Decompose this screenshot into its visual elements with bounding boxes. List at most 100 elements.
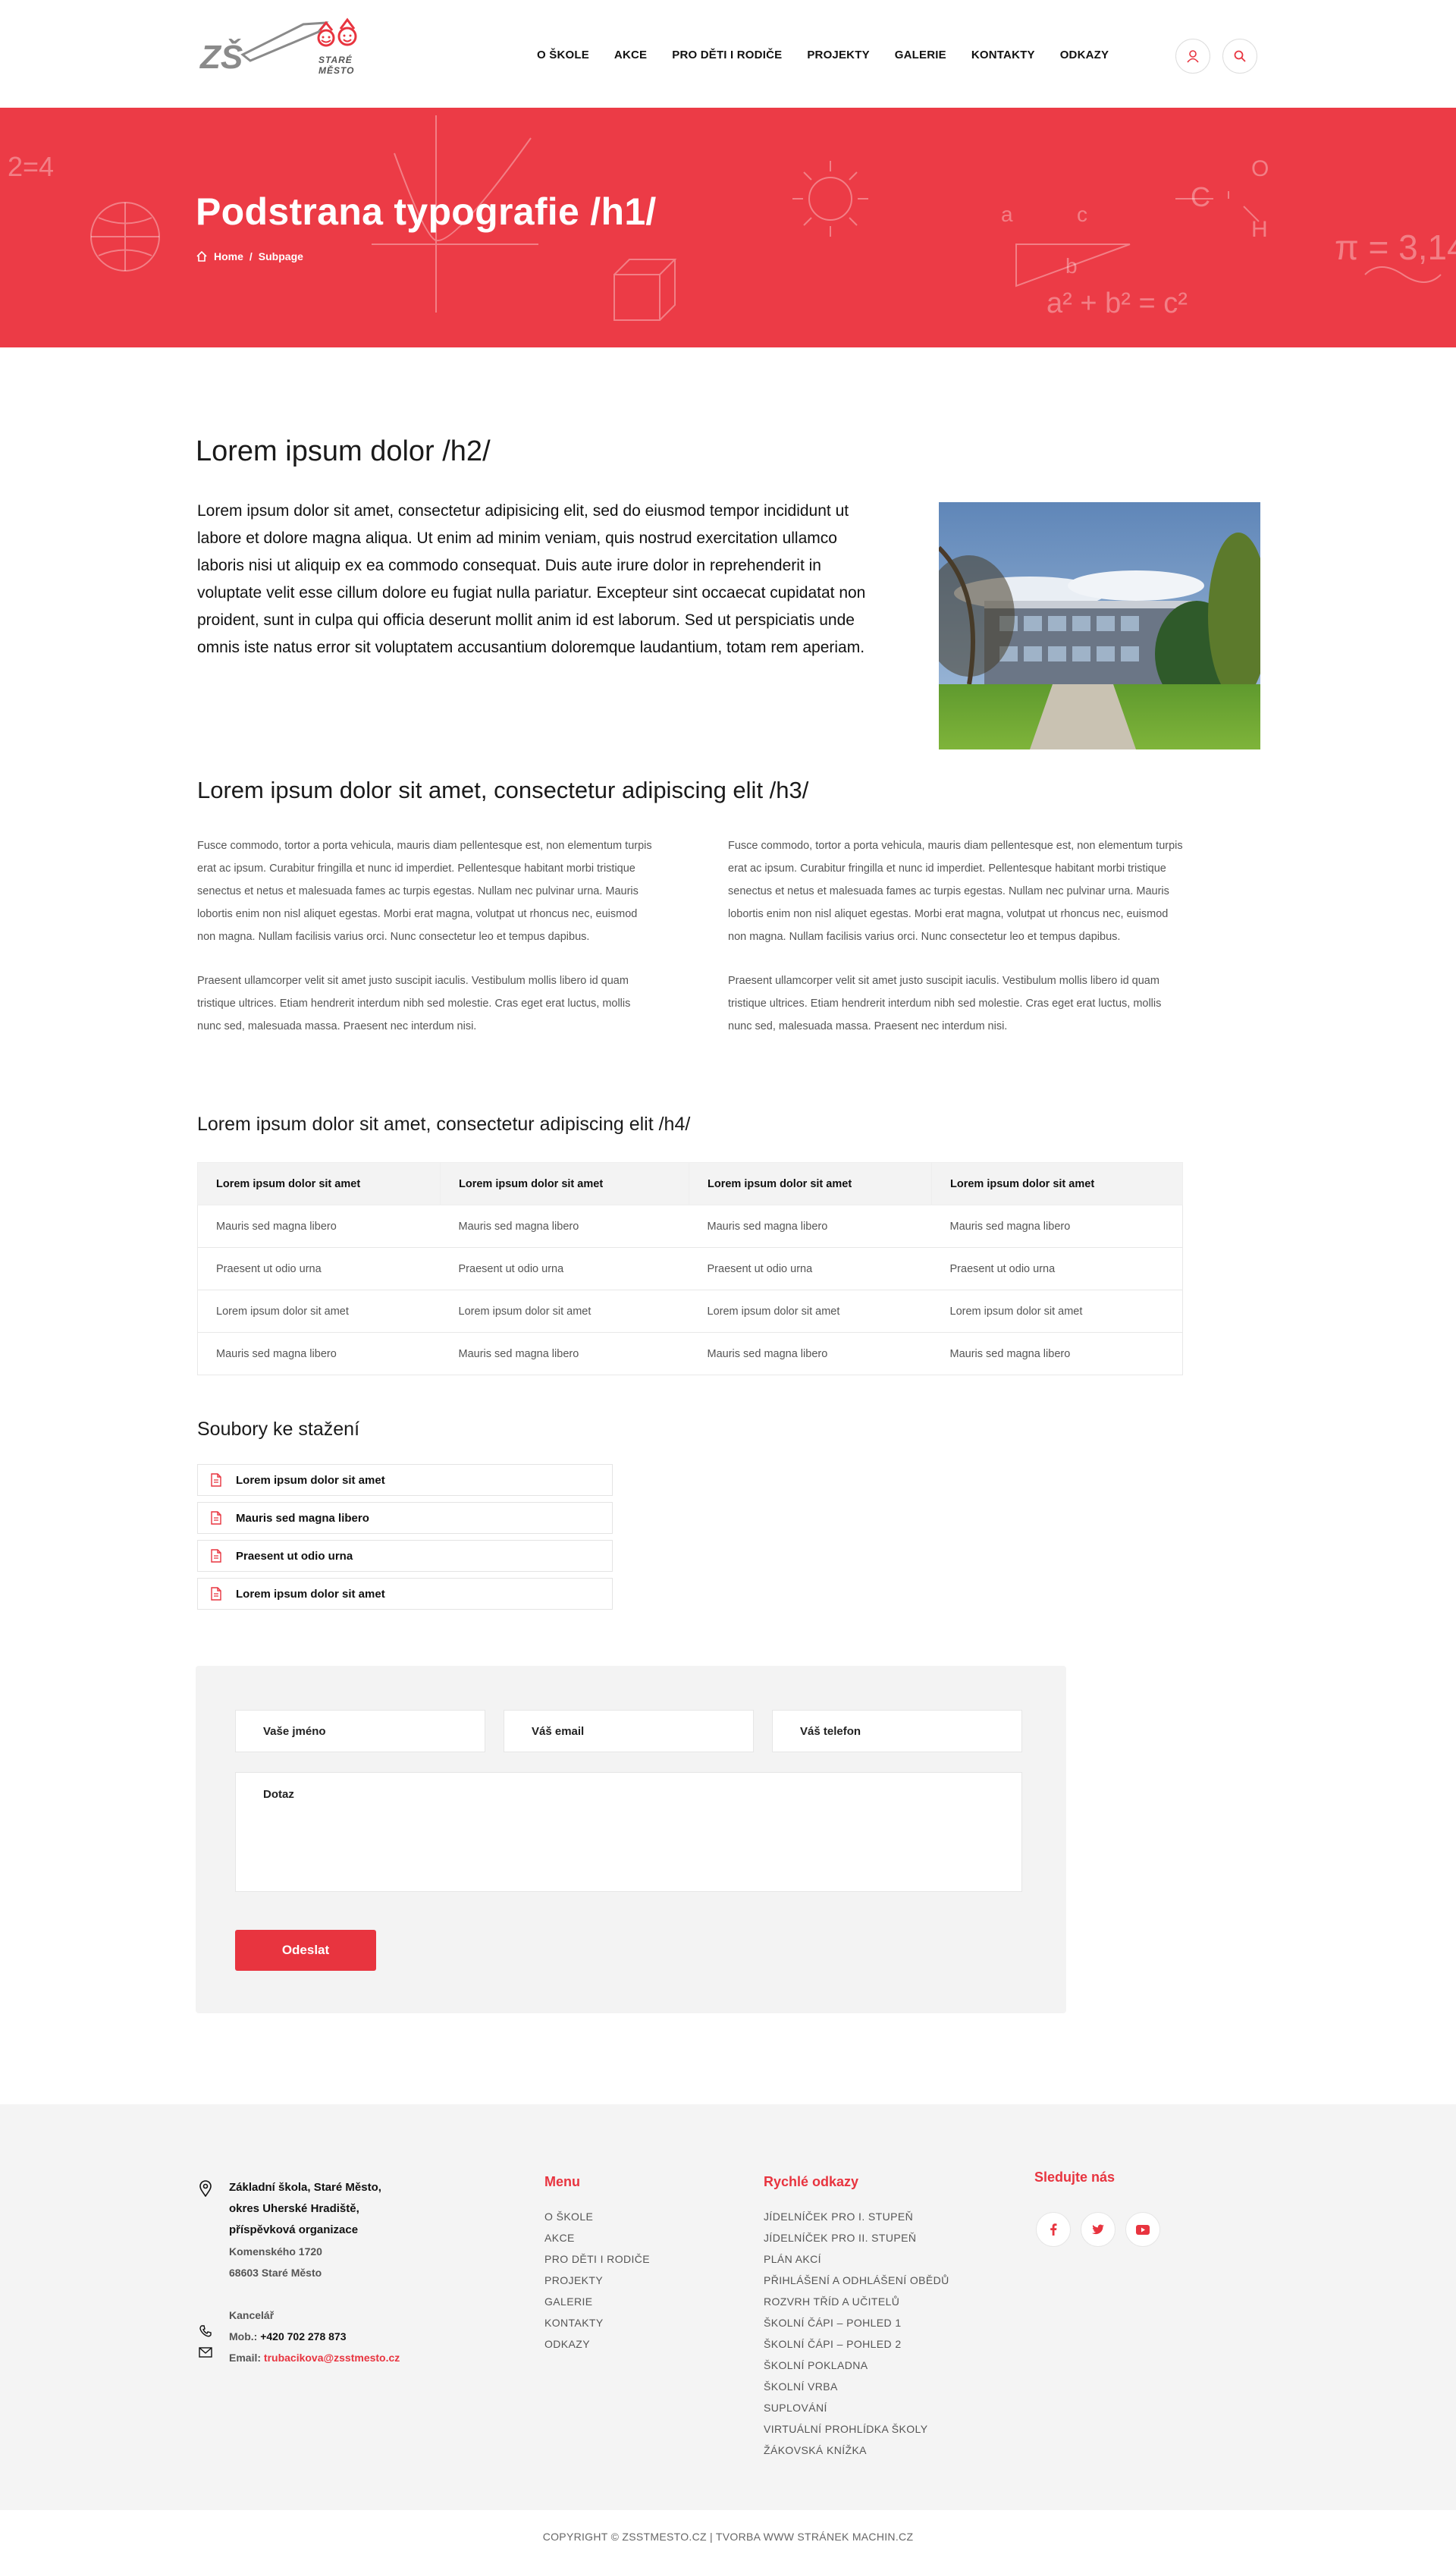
download-label: Lorem ipsum dolor sit amet [236,1587,385,1601]
svg-text:ZŠ: ZŠ [199,37,243,76]
section-heading-h2: Lorem ipsum dolor /h2/ [196,435,491,467]
quick-link[interactable]: VIRTUÁLNÍ PROHLÍDKA ŠKOLY [764,2418,949,2440]
site-header: ZŠ STARÉ MĚSTO O ŠKOLE AKCE PRO DĚTI I R… [0,0,1456,108]
twitter-button[interactable] [1081,2212,1116,2247]
nav-item-projekty[interactable]: PROJEKTY [807,49,869,61]
footer-menu-list: O ŠKOLE AKCE PRO DĚTI I RODIČE PROJEKTY … [544,2206,650,2355]
table-cell: Praesent ut odio urna [440,1247,689,1290]
contact-form: Vaše jméno Váš email Váš telefon Dotaz O… [196,1666,1066,2013]
phone-icon [199,2325,212,2337]
page-hero: 2=4 π = 3,14 a² + b² = c² C O H a c b Po… [0,108,1456,347]
table-cell: Lorem ipsum dolor sit amet [689,1290,932,1333]
breadcrumb: Home / Subpage [196,250,303,262]
user-icon [1187,50,1199,63]
nav-item-pro-deti-i-rodice[interactable]: PRO DĚTI I RODIČE [672,49,782,61]
nav-item-kontakty[interactable]: KONTAKTY [971,49,1035,61]
submit-button[interactable]: Odeslat [235,1930,376,1971]
download-item[interactable]: Lorem ipsum dolor sit amet [197,1578,613,1610]
facebook-button[interactable] [1036,2212,1071,2247]
school-logo[interactable]: ZŠ STARÉ MĚSTO [197,17,387,90]
quick-link[interactable]: JÍDELNÍČEK PRO I. STUPEŇ [764,2206,949,2227]
org-name-line: okres Uherské Hradiště, [229,2202,359,2215]
email-field[interactable]: Váš email [504,1710,754,1752]
footer-menu-item[interactable]: PRO DĚTI I RODIČE [544,2248,650,2270]
email-link[interactable]: trubacikova@zsstmesto.cz [264,2352,400,2364]
nav-item-o-skole[interactable]: O ŠKOLE [537,49,589,61]
table-row: Lorem ipsum dolor sit amet Lorem ipsum d… [197,1290,1183,1333]
nav-item-galerie[interactable]: GALERIE [895,49,946,61]
phone-field[interactable]: Váš telefon [772,1710,1022,1752]
phone-field-placeholder: Váš telefon [800,1724,861,1738]
name-field-placeholder: Vaše jméno [263,1724,326,1738]
table-cell: Praesent ut odio urna [689,1247,932,1290]
breadcrumb-current: Subpage [258,250,303,262]
table-cell: Mauris sed magna libero [440,1205,689,1248]
city: 68603 Staré Město [229,2267,322,2279]
street: Komenského 1720 [229,2245,322,2258]
quick-link[interactable]: ŠKOLNÍ VRBA [764,2376,949,2397]
quick-link[interactable]: ŠKOLNÍ ČÁPI – POHLED 1 [764,2312,949,2333]
logo-subtitle: STARÉ MĚSTO [318,55,355,76]
download-label: Lorem ipsum dolor sit amet [236,1473,385,1487]
quick-link[interactable]: ŠKOLNÍ ČÁPI – POHLED 2 [764,2333,949,2355]
footer-menu-title: Menu [544,2174,580,2189]
nav-item-akce[interactable]: AKCE [614,49,647,61]
quick-link[interactable]: JÍDELNÍČEK PRO II. STUPEŇ [764,2227,949,2248]
column-paragraph: Praesent ullamcorper velit sit amet just… [728,975,1162,1032]
quick-link[interactable]: ŠKOLNÍ POKLADNA [764,2355,949,2376]
quick-link[interactable]: PLÁN AKCÍ [764,2248,949,2270]
table-cell: Mauris sed magna libero [931,1205,1183,1248]
table-cell: Praesent ut odio urna [197,1247,441,1290]
quick-link[interactable]: PŘIHLÁŠENÍ A ODHLÁŠENÍ OBĚDŮ [764,2270,949,2291]
phone-number[interactable]: +420 702 278 873 [260,2330,346,2342]
table-cell: Lorem ipsum dolor sit amet [440,1290,689,1333]
quick-link[interactable]: SUPLOVÁNÍ [764,2397,949,2418]
user-button[interactable] [1175,39,1210,74]
site-footer [0,2104,1456,2510]
footer-menu-item[interactable]: O ŠKOLE [544,2206,650,2227]
quick-link[interactable]: ŽÁKOVSKÁ KNÍŽKA [764,2440,949,2461]
svg-text:O: O [1251,156,1269,181]
quick-link[interactable]: ROZVRH TŘÍD A UČITELŮ [764,2291,949,2312]
org-name-line: příspěvková organizace [229,2223,359,2236]
svg-text:H: H [1251,217,1268,242]
footer-menu-item[interactable]: KONTAKTY [544,2312,650,2333]
facebook-icon [1050,2223,1057,2236]
phone-label: Mob.: [229,2330,258,2342]
question-placeholder: Dotaz [263,1788,294,1801]
youtube-button[interactable] [1125,2212,1160,2247]
search-button[interactable] [1222,39,1257,74]
table-cell: Mauris sed magna libero [197,1205,441,1248]
table-cell: Lorem ipsum dolor sit amet [931,1290,1183,1333]
footer-menu-item[interactable]: GALERIE [544,2291,650,2312]
file-pdf-icon [211,1473,221,1487]
table-cell: Mauris sed magna libero [931,1332,1183,1375]
main-nav: O ŠKOLE AKCE PRO DĚTI I RODIČE PROJEKTY … [537,49,1134,61]
table-cell: Lorem ipsum dolor sit amet [197,1290,441,1333]
office-label: Kancelář [229,2309,275,2321]
footer-menu-item[interactable]: ODKAZY [544,2333,650,2355]
table-row: Mauris sed magna libero Mauris sed magna… [197,1205,1183,1248]
download-item[interactable]: Lorem ipsum dolor sit amet [197,1464,613,1496]
name-field[interactable]: Vaše jméno [235,1710,485,1752]
footer-menu-item[interactable]: PROJEKTY [544,2270,650,2291]
location-pin-icon [199,2180,212,2197]
table-cell: Mauris sed magna libero [689,1205,932,1248]
column-paragraph: Fusce commodo, tortor a porta vehicula, … [728,840,1183,943]
file-pdf-icon [211,1511,221,1525]
envelope-icon [199,2347,212,2358]
table-cell: Praesent ut odio urna [931,1247,1183,1290]
footer-quick-links-list: JÍDELNÍČEK PRO I. STUPEŇ JÍDELNÍČEK PRO … [764,2206,949,2461]
download-item[interactable]: Praesent ut odio urna [197,1540,613,1572]
breadcrumb-separator: / [249,250,253,262]
question-textarea[interactable]: Dotaz [235,1772,1022,1892]
table-row: Mauris sed magna libero Mauris sed magna… [197,1332,1183,1375]
download-item[interactable]: Mauris sed magna libero [197,1502,613,1534]
nav-item-odkazy[interactable]: ODKAZY [1060,49,1109,61]
breadcrumb-home[interactable]: Home [214,250,243,262]
column-paragraph: Fusce commodo, tortor a porta vehicula, … [197,840,652,943]
email-label: Email: [229,2352,262,2364]
footer-menu-item[interactable]: AKCE [544,2227,650,2248]
youtube-icon [1136,2224,1150,2235]
section-heading-h3: Lorem ipsum dolor sit amet, consectetur … [197,777,809,803]
